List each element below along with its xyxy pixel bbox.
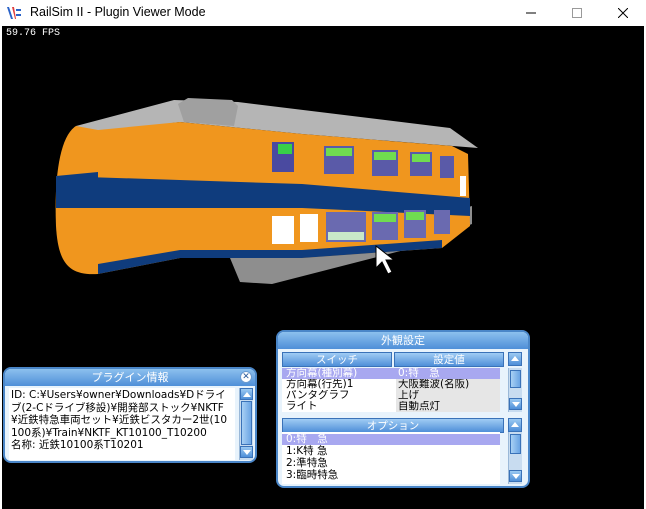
window-title: RailSim II - Plugin Viewer Mode xyxy=(30,5,206,19)
plugin-info-scrollbar[interactable] xyxy=(239,388,253,460)
option-item[interactable]: 0:特 急 xyxy=(282,434,500,445)
close-icon: ✕ xyxy=(242,372,250,382)
appearance-panel: 外観設定 スイッチ 設定値 方向幕(種別幕) 0:特 急 方向幕(行先)1 大阪… xyxy=(276,330,530,488)
minimize-icon xyxy=(526,12,536,14)
option-list: 0:特 急 1:K特 急 2:準特急 3:臨時特急 xyxy=(282,432,500,484)
switch-table: 方向幕(種別幕) 0:特 急 方向幕(行先)1 大阪難波(名阪) パンタグラフ … xyxy=(282,368,500,412)
minimize-button[interactable] xyxy=(508,0,554,26)
option-item[interactable]: 1:K特 急 xyxy=(282,446,500,457)
plugin-name-line: 名称: 近鉄10100系T10201 xyxy=(11,439,144,451)
option-list-scrollbar[interactable] xyxy=(508,432,522,484)
chevron-up-icon xyxy=(243,392,251,397)
switch-name: 方向幕(種別幕) xyxy=(286,368,358,379)
switch-row[interactable]: パンタグラフ 上げ xyxy=(282,390,500,401)
chevron-down-icon xyxy=(512,402,520,407)
title-bar: RailSim II - Plugin Viewer Mode xyxy=(0,0,646,26)
switch-row[interactable]: 方向幕(行先)1 大阪難波(名阪) xyxy=(282,379,500,390)
appearance-title: 外観設定 xyxy=(278,332,528,349)
plugin-info-panel: プラグイン情報 ✕ ID: C:¥Users¥owner¥Downloads¥D… xyxy=(3,367,257,463)
switch-name: 方向幕(行先)1 xyxy=(286,379,354,390)
scroll-up-button[interactable] xyxy=(240,388,253,400)
scroll-thumb[interactable] xyxy=(241,401,252,445)
switch-row[interactable]: 方向幕(種別幕) 0:特 急 xyxy=(282,368,500,379)
plugin-info-text: ID: C:¥Users¥owner¥Downloads¥Dドライブ(2-Cドラ… xyxy=(9,388,235,460)
switch-column-header[interactable]: スイッチ xyxy=(282,352,392,367)
close-button[interactable] xyxy=(600,0,646,26)
plugin-info-close-button[interactable]: ✕ xyxy=(240,371,252,383)
switch-value: 上げ xyxy=(396,390,500,401)
option-item[interactable]: 3:臨時特急 xyxy=(282,470,500,481)
chevron-down-icon xyxy=(243,450,251,455)
switch-value: 自動点灯 xyxy=(396,401,500,412)
option-header[interactable]: オプション xyxy=(282,418,504,433)
scroll-down-button[interactable] xyxy=(509,470,522,482)
chevron-up-icon xyxy=(511,422,519,427)
plugin-id-line: ID: C:¥Users¥owner¥Downloads¥Dドライブ(2-Cドラ… xyxy=(11,389,227,439)
switch-row[interactable]: ライト 自動点灯 xyxy=(282,401,500,412)
switch-table-scrollbar[interactable] xyxy=(508,368,522,412)
option-item[interactable]: 2:準特急 xyxy=(282,458,500,469)
scroll-down-button[interactable] xyxy=(509,398,522,410)
switch-list-scroll-up[interactable] xyxy=(508,352,522,366)
close-icon xyxy=(618,8,628,18)
chevron-up-icon xyxy=(511,356,519,361)
option-list-scroll-up[interactable] xyxy=(508,418,522,432)
scroll-down-button[interactable] xyxy=(240,446,253,458)
scroll-thumb[interactable] xyxy=(510,434,521,454)
railsim-app-icon xyxy=(6,5,22,21)
switch-name: ライト xyxy=(286,401,318,412)
chevron-down-icon xyxy=(512,474,520,479)
value-column-header[interactable]: 設定値 xyxy=(394,352,504,367)
switch-name: パンタグラフ xyxy=(286,390,350,401)
switch-value: 0:特 急 xyxy=(396,368,500,379)
maximize-button[interactable] xyxy=(554,0,600,26)
scroll-thumb[interactable] xyxy=(510,370,521,388)
fps-counter: 59.76 FPS xyxy=(6,28,61,39)
plugin-info-title: プラグイン情報 xyxy=(5,369,255,386)
switch-value: 大阪難波(名阪) xyxy=(396,379,500,390)
maximize-icon xyxy=(572,8,582,18)
